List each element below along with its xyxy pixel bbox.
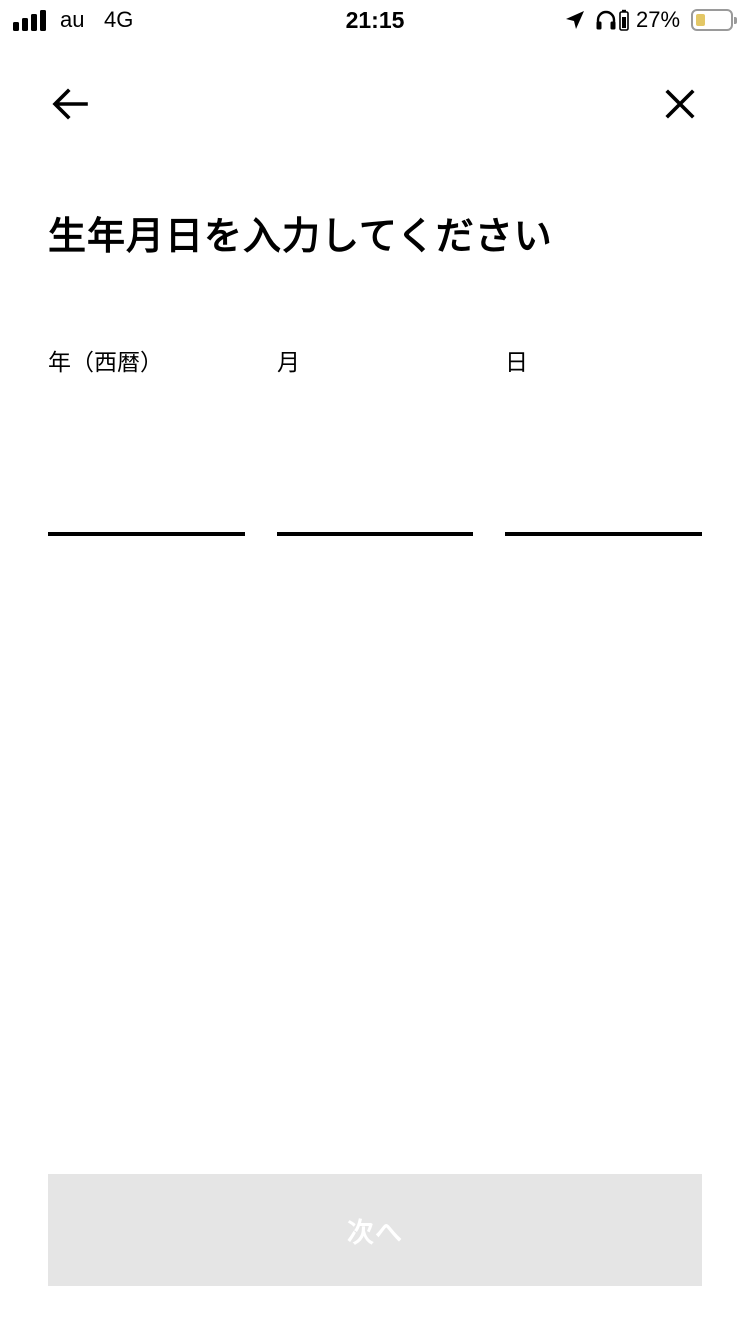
location-arrow-icon [566,11,584,29]
year-label: 年（西暦） [48,350,163,376]
battery-percent: 27% [636,7,681,32]
charging-icon [619,9,629,31]
headphones-icon [596,10,616,30]
month-label: 月 [277,350,300,376]
battery-icon [691,9,737,31]
month-field: 月 [277,344,473,536]
back-button[interactable] [50,84,90,124]
day-field: 日 [505,344,702,536]
arrow-left-icon [52,88,88,120]
page-title: 生年月日を入力してください [48,214,553,258]
year-input[interactable] [48,476,245,536]
year-field: 年（西暦） [48,344,245,536]
next-button[interactable]: 次へ [48,1174,702,1286]
day-label: 日 [505,350,528,376]
close-icon [665,89,695,119]
close-button[interactable] [660,84,700,124]
month-input[interactable] [277,476,473,536]
status-bar: au 4G 21:15 27% [0,0,750,40]
day-input[interactable] [505,476,702,536]
birthdate-screen: au 4G 21:15 27% 生年月日を入力してください 年（西暦） 月 日 … [0,0,750,1334]
